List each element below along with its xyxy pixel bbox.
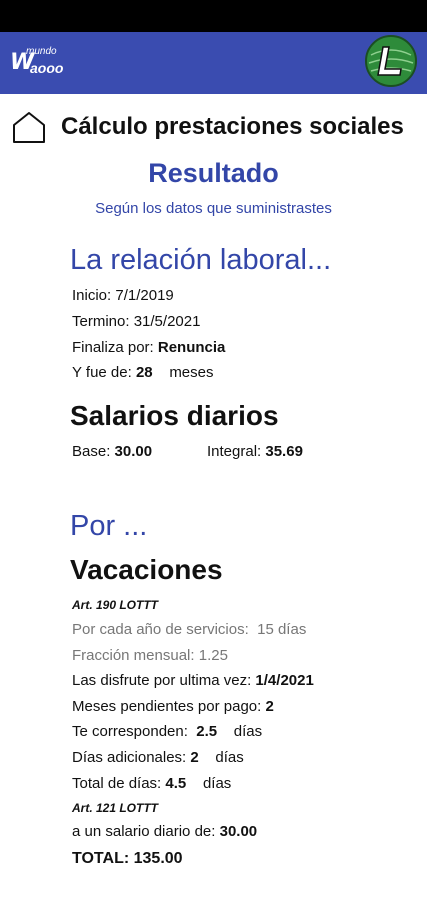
corresponden-value: 2.5 [196,723,218,740]
disfrute-label: Las disfrute por ultima vez: [72,672,252,689]
meses-pendientes-row: Meses pendientes por pago: 2 [72,698,274,715]
article-ref-190: Art. 190 LOTTT [72,598,159,612]
disfrute-row: Las disfrute por ultima vez: 1/4/2021 [72,672,314,689]
vacaciones-heading: Vacaciones [70,554,223,585]
total-dias-row: Total de días: 4.5 días [72,775,231,792]
duracion-label: Y fue de: [72,364,132,381]
termino-value: 31/5/2021 [133,313,201,330]
por-heading: Por ... [70,510,148,542]
fraccion-value: 1.25 [198,647,228,664]
total-dias-value: 4.5 [165,775,187,792]
adicionales-row: Días adicionales: 2 días [72,749,244,766]
corresponden-label: Te corresponden: [72,723,188,740]
total-dias-unit: días [202,775,232,792]
home-icon[interactable] [11,109,47,145]
por-cada-value: 15 días [257,621,307,638]
disfrute-value: 1/4/2021 [255,672,314,689]
integral-value: 35.69 [265,443,303,460]
page-title: Cálculo prestaciones sociales [61,113,404,140]
adicionales-label: Días adicionales: [72,749,187,766]
total-dias-label: Total de días: [72,775,162,792]
total-row: TOTAL: 135.00 [72,850,183,868]
finaliza-row: Finaliza por: Renuncia [72,339,225,356]
salario-diario-value: 30.00 [219,823,258,840]
duracion-unit: meses [169,364,214,381]
salario-diario-label: a un salario diario de: [72,823,216,840]
app-header: W mundo aooo [0,32,427,94]
termino-row: Termino: 31/5/2021 [72,313,200,330]
finaliza-label: Finaliza por: [72,339,154,356]
total-label: TOTAL: [72,850,130,867]
inicio-label: Inicio: [72,287,112,304]
logo-sub-text: aooo [30,60,64,76]
corresponden-row: Te corresponden: 2.5 días [72,723,262,740]
result-subtitle: Según los datos que suministrastes [95,200,332,217]
corresponden-unit: días [233,723,263,740]
finaliza-value: Renuncia [157,339,226,356]
integral-label: Integral: [207,443,262,460]
salaries-heading: Salarios diarios [70,400,279,431]
inicio-value: 7/1/2019 [115,287,174,304]
base-label: Base: [72,443,111,460]
fraccion-label: Fracción mensual: [72,647,195,664]
logo-small-text: mundo [26,46,57,57]
por-cada-row: Por cada año de servicios: 15 días [72,621,306,638]
duracion-row: Y fue de: 28 meses [72,364,214,381]
fraccion-row: Fracción mensual: 1.25 [72,647,228,664]
base-salary-row: Base: 30.00 [72,443,152,460]
inicio-row: Inicio: 7/1/2019 [72,287,174,304]
integral-salary-row: Integral: 35.69 [207,443,303,460]
base-value: 30.00 [114,443,153,460]
duracion-value: 28 [135,364,153,381]
status-bar [0,0,427,32]
termino-label: Termino: [72,313,130,330]
article-ref-121: Art. 121 LOTTT [72,801,159,815]
title-row: Cálculo prestaciones sociales [0,106,427,148]
relation-heading: La relación laboral... [70,244,332,276]
por-cada-label: Por cada año de servicios: [72,621,249,638]
app-logo[interactable]: W mundo aooo [10,46,80,80]
total-value: 135.00 [133,850,183,867]
brand-logo-icon[interactable] [365,35,417,87]
meses-pendientes-label: Meses pendientes por pago: [72,698,262,715]
adicionales-unit: días [215,749,244,766]
salario-diario-row: a un salario diario de: 30.00 [72,823,257,840]
result-heading: Resultado [148,158,279,188]
meses-pendientes-value: 2 [265,698,274,715]
adicionales-value: 2 [190,749,199,766]
